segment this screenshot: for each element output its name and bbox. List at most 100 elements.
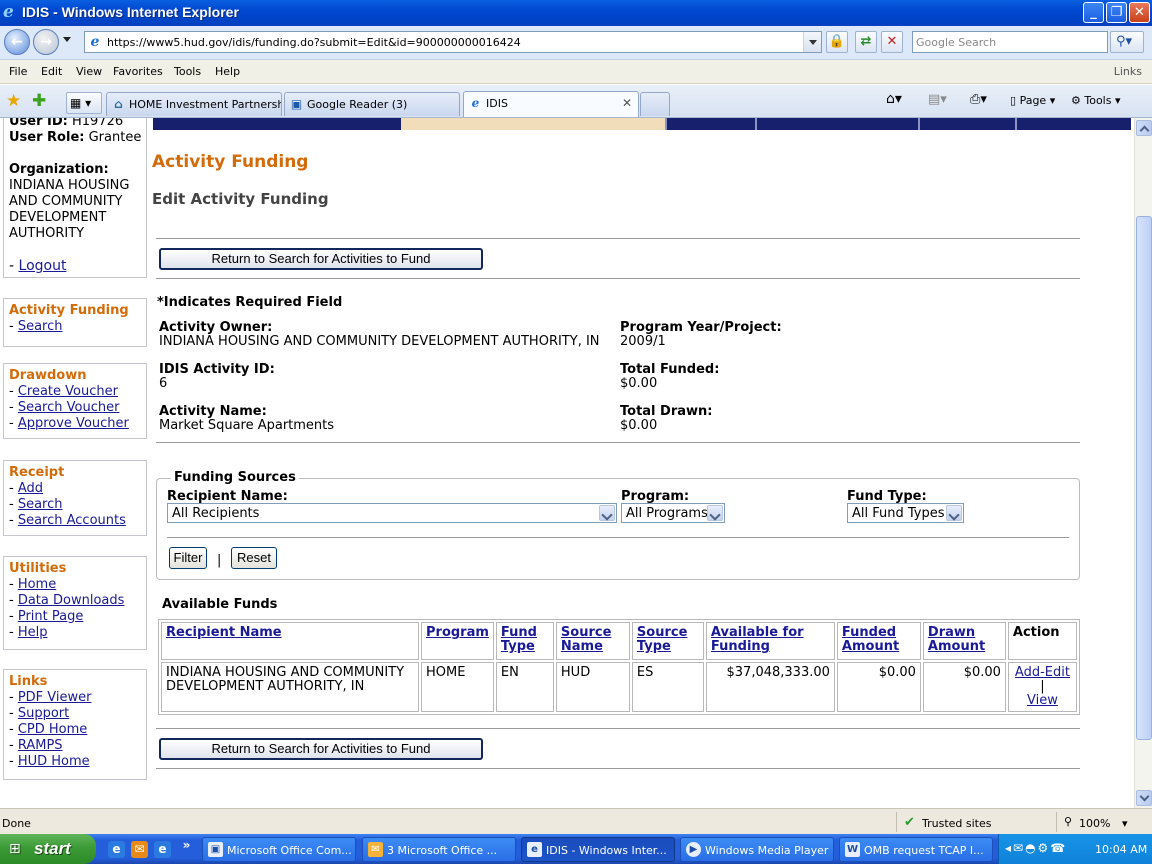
scroll-thumb[interactable] (1136, 216, 1152, 740)
address-dropdown-icon[interactable] (803, 32, 821, 52)
logout-link[interactable]: Logout (19, 258, 67, 274)
tab-idis[interactable]: e IDIS ✕ (463, 91, 639, 117)
menu-favorites[interactable]: Favorites (113, 65, 163, 78)
new-tab-button[interactable] (640, 92, 670, 116)
taskbar-item-office-group[interactable]: ✉ 3 Microsoft Office ... (362, 837, 516, 862)
menu-view[interactable]: View (76, 65, 102, 78)
address-bar[interactable]: e https://www5.hud.gov/idis/funding.do?s… (84, 31, 822, 53)
print-icon[interactable]: ⎙▾ (970, 92, 987, 107)
organization-line: AUTHORITY (9, 226, 85, 241)
nav-link-home[interactable]: Home (18, 577, 56, 592)
top-nav-active-tab[interactable] (401, 118, 665, 130)
lock-icon[interactable]: 🔒 (826, 31, 848, 53)
start-button[interactable]: ⊞ start (0, 834, 96, 864)
chevron-down-icon[interactable] (707, 505, 723, 521)
stop-icon[interactable]: ✕ (881, 31, 903, 53)
fund-type-select[interactable]: All Fund Types (847, 503, 964, 523)
nav-link-help[interactable]: Help (18, 625, 48, 640)
tray-icons[interactable]: ◂✉◓⚙☎ (1005, 841, 1067, 855)
menu-file[interactable]: File (9, 65, 27, 78)
nav-link-search-accounts[interactable]: Search Accounts (18, 513, 126, 528)
add-favorite-icon[interactable]: ✚ (32, 91, 46, 111)
nav-link-hud-home[interactable]: HUD Home (18, 754, 90, 769)
search-input[interactable]: Google Search (912, 31, 1108, 53)
nav-link-create-voucher[interactable]: Create Voucher (18, 384, 118, 399)
ie-quicklaunch-icon[interactable]: e (108, 841, 125, 858)
minimize-button[interactable]: _ (1083, 2, 1104, 23)
back-button[interactable]: ← (4, 29, 30, 55)
page-favicon-icon: ▣ (290, 97, 303, 111)
taskbar-item-office-communicator[interactable]: ▣ Microsoft Office Com... (202, 837, 356, 862)
recent-pages-dropdown-icon[interactable] (63, 37, 71, 42)
tab-home-investment[interactable]: ⌂ HOME Investment Partnershi... (106, 92, 282, 116)
security-zone[interactable]: Trusted sites (922, 817, 992, 830)
vertical-scrollbar[interactable] (1134, 118, 1152, 808)
filter-button[interactable]: Filter (169, 547, 207, 569)
reset-button[interactable]: Reset (231, 547, 277, 569)
col-source-type[interactable]: Source Type (631, 622, 704, 660)
tools-menu[interactable]: ⚙ Tools ▾ (1071, 94, 1121, 107)
nav-link-search-voucher[interactable]: Search Voucher (18, 400, 120, 415)
nav-link-pdf-viewer[interactable]: PDF Viewer (18, 690, 92, 705)
chevron-down-icon[interactable] (599, 505, 615, 521)
nav-link-support[interactable]: Support (18, 706, 69, 721)
chevron-down-icon[interactable] (946, 505, 962, 521)
col-fund-type[interactable]: Fund Type (495, 622, 554, 660)
nav-link-receipt-search[interactable]: Search (18, 497, 63, 512)
home-icon[interactable]: ⌂▾ (886, 91, 902, 107)
search-go-icon[interactable]: ⚲▾ (1110, 31, 1144, 53)
restore-button[interactable]: ❐ (1106, 2, 1127, 23)
menu-edit[interactable]: Edit (41, 65, 62, 78)
scroll-down-icon[interactable] (1136, 790, 1152, 806)
taskbar-item-media-player[interactable]: ▶ Windows Media Player (680, 837, 834, 862)
nav-link-cpd-home[interactable]: CPD Home (18, 722, 87, 737)
links-toolbar[interactable]: Links (1114, 65, 1142, 78)
activity-owner-label: Activity Owner: (159, 320, 273, 335)
nav-link-approve-voucher[interactable]: Approve Voucher (18, 416, 129, 431)
menu-tools[interactable]: Tools (174, 65, 201, 78)
cell-recipient: INDIANA HOUSING AND COMMUNITY DEVELOPMEN… (161, 662, 419, 712)
browser-quicklaunch-icon[interactable]: e (154, 841, 171, 858)
close-tab-icon[interactable]: ✕ (622, 96, 632, 110)
add-edit-link[interactable]: Add-Edit (1015, 665, 1070, 680)
col-drawn-amount[interactable]: Drawn Amount (922, 622, 1006, 660)
return-to-search-button-bottom[interactable]: Return to Search for Activities to Fund (159, 738, 483, 760)
tab-google-reader[interactable]: ▣ Google Reader (3) (284, 92, 460, 116)
recipient-name-select[interactable]: All Recipients (167, 503, 617, 523)
feeds-icon[interactable]: ▤▾ (928, 92, 947, 107)
menu-help[interactable]: Help (215, 65, 240, 78)
col-available-for-funding[interactable]: Available for Funding (705, 622, 835, 660)
taskbar-item-idis[interactable]: e IDIS - Windows Inter... (521, 837, 675, 862)
close-window-button[interactable]: ✕ (1129, 2, 1150, 23)
col-funded-amount[interactable]: Funded Amount (836, 622, 921, 660)
return-to-search-button[interactable]: Return to Search for Activities to Fund (159, 248, 483, 270)
zoom-level[interactable]: 100% (1079, 817, 1110, 830)
page-menu[interactable]: ▯ Page ▾ (1010, 94, 1055, 107)
nav-link-print-page[interactable]: Print Page (18, 609, 84, 624)
outlook-quicklaunch-icon[interactable]: ✉ (131, 841, 148, 858)
col-program[interactable]: Program (421, 622, 494, 660)
program-select[interactable]: All Programs (621, 503, 725, 523)
taskbar-item-omb-request[interactable]: W OMB request TCAP I... (839, 837, 993, 862)
clock[interactable]: 10:04 AM (1095, 843, 1147, 856)
col-recipient-name[interactable]: Recipient Name (161, 622, 419, 660)
nav-link-data-downloads[interactable]: Data Downloads (18, 593, 125, 608)
col-source-name[interactable]: Source Name (555, 622, 630, 660)
divider (156, 238, 1080, 239)
view-link[interactable]: View (1027, 693, 1058, 708)
funding-sources-legend: Funding Sources (171, 470, 299, 485)
nav-link-add[interactable]: Add (18, 481, 43, 496)
quick-tabs-button[interactable]: ▦ ▾ (66, 92, 102, 114)
favorites-star-icon[interactable]: ★ (6, 91, 21, 111)
forward-button[interactable]: → (33, 29, 59, 55)
address-url[interactable]: https://www5.hud.gov/idis/funding.do?sub… (107, 36, 521, 49)
top-navigation-strip[interactable] (153, 118, 1131, 130)
zoom-dropdown-icon[interactable]: ▾ (1122, 817, 1128, 830)
zoom-icon[interactable]: ⚲ (1064, 815, 1072, 828)
nav-link-ramps[interactable]: RAMPS (18, 738, 63, 753)
scroll-up-icon[interactable] (1136, 120, 1152, 136)
nav-link-search[interactable]: Search (18, 319, 63, 334)
windows-flag-icon: ⊞ (9, 841, 21, 857)
more-quicklaunch-icon[interactable]: » (178, 837, 195, 854)
refresh-icon[interactable]: ⇄ (855, 31, 877, 53)
